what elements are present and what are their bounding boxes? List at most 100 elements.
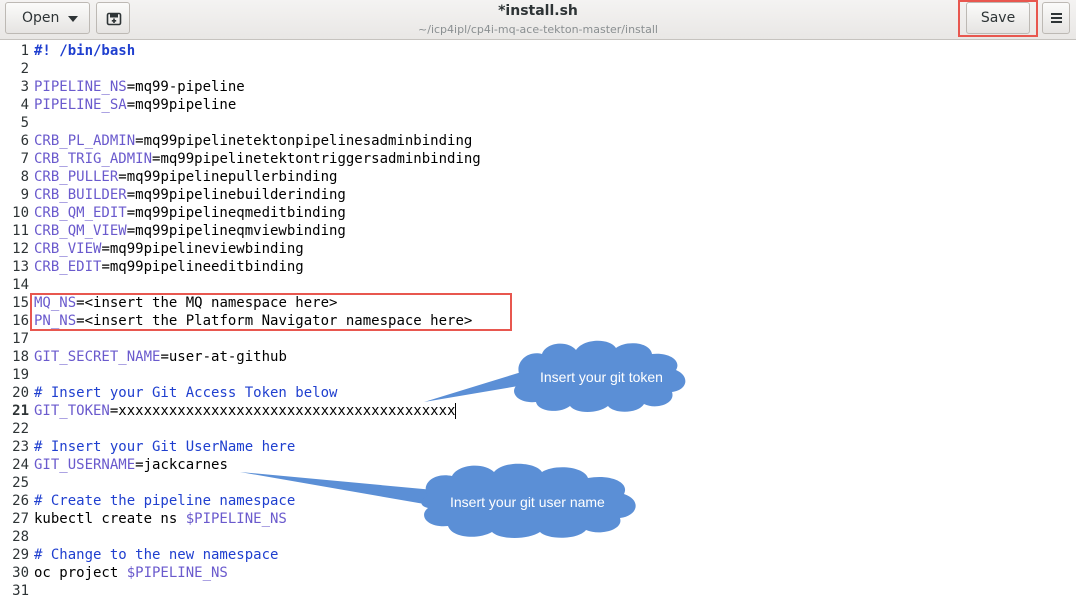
- git-token-callout-text: Insert your git token: [540, 369, 663, 385]
- new-document-icon: [106, 12, 122, 26]
- code-text: GIT_USERNAME=jackcarnes: [34, 456, 228, 474]
- line-number: 1: [20, 43, 29, 59]
- line-number: 4: [20, 97, 29, 113]
- comment-text: # Insert your Git Access Token below: [34, 385, 338, 401]
- variable-reference: $PIPELINE_NS: [126, 565, 228, 581]
- value-text: =mq99pipelinetektonpipelinesadminbinding: [135, 133, 473, 149]
- line-number: 7: [20, 151, 29, 167]
- comment-text: #! /bin/bash: [34, 43, 136, 59]
- value-text: =mq99pipelineeditbinding: [101, 259, 304, 275]
- value-text: =mq99pipelinetektontriggersadminbinding: [152, 151, 481, 167]
- comment-text: # Insert your Git UserName here: [34, 439, 296, 455]
- value-text: kubectl create ns: [34, 511, 186, 527]
- code-text: CRB_QM_VIEW=mq99pipelineqmviewbinding: [34, 222, 346, 240]
- code-text: GIT_SECRET_NAME=user-at-github: [34, 348, 287, 366]
- value-text: =<insert the Platform Navigator namespac…: [76, 313, 473, 329]
- line-number: 19: [12, 367, 29, 383]
- code-text: CRB_BUILDER=mq99pipelinebuilderinding: [34, 186, 346, 204]
- variable-name: CRB_EDIT: [34, 259, 102, 275]
- variable-name: CRB_PULLER: [34, 169, 119, 185]
- line-number: 9: [20, 187, 29, 203]
- code-text: # Change to the new namespace: [34, 546, 278, 564]
- save-highlight-box: [958, 0, 1038, 37]
- code-text: CRB_VIEW=mq99pipelineviewbinding: [34, 240, 304, 258]
- variable-name: CRB_QM_VIEW: [34, 223, 127, 239]
- code-text: MQ_NS=<insert the MQ namespace here>: [34, 294, 337, 312]
- variable-name: PIPELINE_SA: [34, 97, 127, 113]
- line-number: 11: [12, 223, 29, 239]
- line-number: 10: [12, 205, 29, 221]
- variable-name: CRB_PL_ADMIN: [34, 133, 136, 149]
- variable-name: GIT_USERNAME: [34, 457, 136, 473]
- line-number: 12: [12, 241, 29, 257]
- code-text: CRB_PULLER=mq99pipelinepullerbinding: [34, 168, 337, 186]
- code-text: CRB_EDIT=mq99pipelineeditbinding: [34, 258, 304, 276]
- value-text: =<insert the MQ namespace here>: [76, 295, 338, 311]
- window-title-area: *install.sh ~/icp4ipl/cp4i-mq-ace-tekton…: [380, 0, 696, 38]
- line-number: 27: [12, 511, 29, 527]
- code-text: # Insert your Git Access Token below: [34, 384, 337, 402]
- line-number: 15: [12, 295, 29, 311]
- variable-name: PIPELINE_NS: [34, 79, 127, 95]
- value-text: =user-at-github: [160, 349, 287, 365]
- open-button-label: Open: [22, 10, 60, 26]
- code-text: PIPELINE_NS=mq99-pipeline: [34, 78, 245, 96]
- value-text: =mq99pipelineqmviewbinding: [126, 223, 346, 239]
- line-number: 17: [12, 331, 29, 347]
- line-number: 3: [20, 79, 29, 95]
- variable-name: CRB_QM_EDIT: [34, 205, 127, 221]
- code-text: # Insert your Git UserName here: [34, 438, 295, 456]
- header-bar: Open *install.sh ~/icp4ipl/cp4i-mq-ace-t…: [0, 0, 1076, 40]
- variable-name: CRB_VIEW: [34, 241, 102, 257]
- value-text: =mq99pipelineviewbinding: [101, 241, 304, 257]
- value-text: =mq99pipelineqmeditbinding: [126, 205, 346, 221]
- variable-name: GIT_SECRET_NAME: [34, 349, 161, 365]
- line-number: 29: [12, 547, 29, 563]
- line-number: 23: [12, 439, 29, 455]
- line-number: 5: [20, 115, 29, 131]
- comment-text: # Change to the new namespace: [34, 547, 279, 563]
- new-document-button[interactable]: [96, 2, 130, 34]
- value-text: =mq99pipeline: [126, 97, 237, 113]
- variable-name: CRB_TRIG_ADMIN: [34, 151, 153, 167]
- line-number: 31: [12, 583, 29, 599]
- code-text: CRB_QM_EDIT=mq99pipelineqmeditbinding: [34, 204, 346, 222]
- value-text: =xxxxxxxxxxxxxxxxxxxxxxxxxxxxxxxxxxxxxxx…: [109, 403, 456, 419]
- value-text: =mq99pipelinebuilderinding: [126, 187, 346, 203]
- code-text: GIT_TOKEN=xxxxxxxxxxxxxxxxxxxxxxxxxxxxxx…: [34, 402, 457, 420]
- variable-name: PN_NS: [34, 313, 77, 329]
- line-number: 6: [20, 133, 29, 149]
- variable-name: MQ_NS: [34, 295, 77, 311]
- variable-name: CRB_BUILDER: [34, 187, 127, 203]
- code-text: PIPELINE_SA=mq99pipeline: [34, 96, 236, 114]
- line-number: 21: [12, 403, 29, 419]
- code-text: CRB_PL_ADMIN=mq99pipelinetektonpipelines…: [34, 132, 472, 150]
- chevron-down-icon: [68, 16, 78, 22]
- code-text: oc project $PIPELINE_NS: [34, 564, 228, 582]
- line-number: 16: [12, 313, 29, 329]
- line-number: 28: [12, 529, 29, 545]
- line-number: 8: [20, 169, 29, 185]
- document-path: ~/icp4ipl/cp4i-mq-ace-tekton-master/inst…: [418, 23, 658, 36]
- line-number: 30: [12, 565, 29, 581]
- code-text: #! /bin/bash: [34, 42, 135, 60]
- variable-name: GIT_TOKEN: [34, 403, 110, 419]
- hamburger-menu-button[interactable]: [1042, 2, 1070, 34]
- value-text: oc project: [34, 565, 127, 581]
- line-number: 20: [12, 385, 29, 401]
- value-text: =mq99-pipeline: [126, 79, 245, 95]
- value-text: =mq99pipelinepullerbinding: [118, 169, 338, 185]
- line-number: 25: [12, 475, 29, 491]
- value-text: =jackcarnes: [135, 457, 228, 473]
- line-number: 18: [12, 349, 29, 365]
- line-number: 22: [12, 421, 29, 437]
- code-text: PN_NS=<insert the Platform Navigator nam…: [34, 312, 472, 330]
- document-title: *install.sh: [498, 3, 578, 19]
- line-number: 2: [20, 61, 29, 77]
- open-button[interactable]: Open: [5, 2, 90, 34]
- line-number: 14: [12, 277, 29, 293]
- line-number: 24: [12, 457, 29, 473]
- code-text: CRB_TRIG_ADMIN=mq99pipelinetektontrigger…: [34, 150, 481, 168]
- git-username-callout-text: Insert your git user name: [450, 494, 605, 510]
- line-number: 13: [12, 259, 29, 275]
